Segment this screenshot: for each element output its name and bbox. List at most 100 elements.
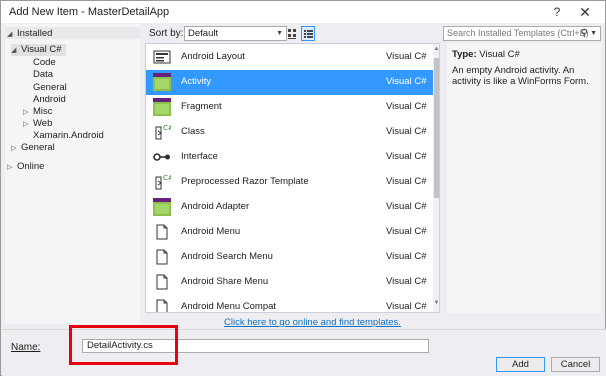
tree-label-web: Web	[33, 118, 53, 129]
razor-template-icon: C#	[153, 173, 174, 191]
template-item[interactable]: Activity Visual C#	[146, 70, 433, 95]
tree-label-visual-csharp: Visual C#	[21, 44, 62, 55]
svg-text:C#: C#	[163, 124, 171, 132]
tree-node-general-root[interactable]: ▷ General	[11, 142, 55, 154]
help-button[interactable]: ?	[547, 3, 567, 21]
template-language: Visual C#	[386, 251, 427, 262]
android-layout-icon	[153, 48, 171, 66]
template-list: Android Layout Visual C# Activity Visual C#…	[145, 43, 440, 313]
add-button[interactable]: Add	[496, 357, 545, 372]
name-label: Name:	[11, 342, 40, 353]
cancel-button[interactable]: Cancel	[551, 357, 600, 372]
template-name: Android Adapter	[181, 201, 250, 212]
expand-arrow-icon[interactable]: ▷	[7, 162, 17, 174]
tree-label-installed: Installed	[17, 28, 53, 39]
tree-node-visual-csharp[interactable]: ◢ Visual C#	[11, 44, 66, 56]
menu-icon	[153, 223, 171, 241]
menu-compat-icon	[153, 298, 171, 312]
template-item[interactable]: Android Layout Visual C#	[146, 45, 433, 70]
search-icon[interactable]: ⚲	[581, 27, 588, 40]
template-name: Android Share Menu	[181, 276, 269, 287]
search-templates-input[interactable]: Search Installed Templates (Ctrl+E) ⚲ ▼	[443, 26, 601, 41]
template-item[interactable]: Android Search Menu Visual C#	[146, 245, 433, 270]
name-label-text: Name:	[11, 342, 41, 353]
tree-node-installed[interactable]: ◢ Installed	[7, 28, 52, 40]
small-icons-view-button[interactable]	[285, 26, 299, 41]
template-language: Visual C#	[386, 76, 427, 87]
template-language: Visual C#	[386, 126, 427, 137]
sort-by-label: Sort by:	[149, 28, 184, 39]
template-language: Visual C#	[386, 301, 427, 312]
scroll-up-icon[interactable]: ▲	[433, 46, 439, 52]
tree-node-online[interactable]: ▷ Online	[7, 161, 44, 173]
template-language: Visual C#	[386, 176, 427, 187]
activity-icon	[153, 73, 171, 91]
template-language: Visual C#	[386, 151, 427, 162]
template-item[interactable]: Android Adapter Visual C#	[146, 195, 433, 220]
type-value: Visual C#	[479, 49, 520, 60]
window-title: Add New Item - MasterDetailApp	[9, 6, 170, 18]
template-language: Visual C#	[386, 226, 427, 237]
tree-node-xamarin-android[interactable]: Xamarin.Android	[33, 130, 104, 142]
template-name: Android Menu Compat	[181, 301, 277, 312]
type-label: Type:	[452, 49, 477, 60]
android-adapter-icon	[153, 198, 171, 216]
template-item[interactable]: Android Menu Compat Visual C#	[146, 295, 433, 312]
template-item[interactable]: Android Menu Visual C#	[146, 220, 433, 245]
scrollbar-thumb[interactable]	[434, 58, 439, 198]
template-item[interactable]: C# Preprocessed Razor Template Visual C#	[146, 170, 433, 195]
template-name: Android Menu	[181, 226, 241, 237]
tree-node-web[interactable]: ▷ Web	[23, 118, 52, 130]
template-item[interactable]: Android Share Menu Visual C#	[146, 270, 433, 295]
tree-node-misc[interactable]: ▷ Misc	[23, 106, 53, 118]
tree-node-data[interactable]: Data	[33, 69, 53, 81]
template-category-tree: ◢ Installed ◢ Visual C# Code Data General …	[5, 24, 140, 324]
template-name: Android Search Menu	[181, 251, 273, 262]
tree-node-android[interactable]: Android	[33, 94, 66, 106]
share-menu-icon	[153, 273, 171, 291]
template-language: Visual C#	[386, 201, 427, 212]
tree-label-online: Online	[17, 161, 45, 172]
template-language: Visual C#	[386, 101, 427, 112]
add-new-item-dialog: Add New Item - MasterDetailApp ? ✕ ◢ Inst…	[0, 0, 606, 376]
svg-text:C#: C#	[163, 174, 171, 182]
list-view-button[interactable]	[301, 26, 315, 41]
search-placeholder: Search Installed Templates (Ctrl+E)	[447, 28, 589, 38]
title-bar: Add New Item - MasterDetailApp ? ✕	[1, 1, 605, 23]
template-name: Fragment	[181, 101, 222, 112]
go-online-link[interactable]: Click here to go online and find templat…	[224, 317, 401, 328]
template-name: Preprocessed Razor Template	[181, 176, 309, 187]
close-button[interactable]: ✕	[575, 3, 595, 21]
class-icon: C#	[153, 123, 174, 141]
sort-by-value: Default	[188, 28, 219, 39]
tree-node-code[interactable]: Code	[33, 57, 56, 69]
tree-node-general[interactable]: General	[33, 82, 67, 94]
collapse-arrow-icon[interactable]: ◢	[7, 29, 17, 41]
interface-icon	[153, 148, 171, 166]
template-name: Android Layout	[181, 51, 245, 62]
template-name: Interface	[181, 151, 218, 162]
chevron-down-icon[interactable]: ▼	[590, 27, 597, 40]
template-item[interactable]: Fragment Visual C#	[146, 95, 433, 120]
search-menu-icon	[153, 248, 171, 266]
template-item[interactable]: Interface Visual C#	[146, 145, 433, 170]
expand-arrow-icon[interactable]: ▷	[11, 143, 21, 155]
list-toolbar: Sort by: Default ▼	[145, 25, 440, 43]
template-description-text: An empty Android activity. An activity i…	[452, 65, 589, 87]
template-name: Class	[181, 126, 205, 137]
template-item[interactable]: C# Class Visual C#	[146, 120, 433, 145]
collapse-arrow-icon[interactable]: ◢	[11, 45, 21, 57]
vertical-scrollbar[interactable]: ▲ ▼	[433, 44, 439, 312]
template-name: Activity	[181, 76, 212, 87]
template-description-panel: Type: Visual C# An empty Android activit…	[447, 43, 601, 313]
expand-arrow-icon[interactable]: ▷	[23, 119, 33, 131]
template-language: Visual C#	[386, 51, 427, 62]
tree-label-general-root: General	[21, 142, 55, 153]
template-type: Type: Visual C#	[452, 49, 520, 60]
scroll-down-icon[interactable]: ▼	[433, 300, 439, 306]
template-language: Visual C#	[386, 276, 427, 287]
fragment-icon	[153, 98, 171, 116]
sort-by-dropdown[interactable]: Default ▼	[184, 26, 287, 41]
tree-label-misc: Misc	[33, 106, 53, 117]
name-field[interactable]: DetailActivity.cs	[82, 339, 429, 353]
